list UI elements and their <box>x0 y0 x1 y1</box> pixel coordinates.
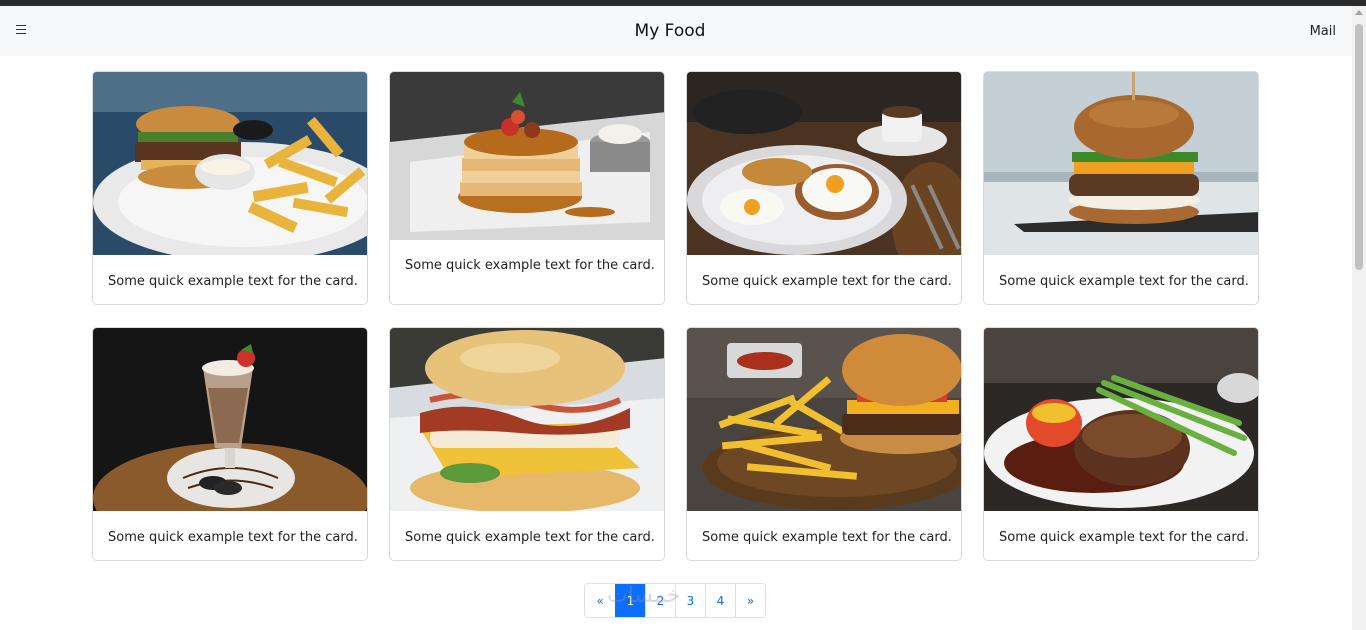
card-text: Some quick example text for the card. <box>702 530 952 545</box>
food-card[interactable]: Some quick example text for the card. <box>686 71 962 305</box>
card-text: Some quick example text for the card. <box>108 274 358 289</box>
mail-link[interactable]: Mail <box>1310 24 1336 39</box>
card-text: Some quick example text for the card. <box>405 530 655 545</box>
pagination-prev[interactable]: « <box>585 584 615 617</box>
brand-title[interactable]: My Food <box>0 21 1340 41</box>
pagination-page-3[interactable]: 3 <box>675 584 705 617</box>
food-card[interactable]: Some quick example text for the card. <box>92 327 368 561</box>
food-card[interactable]: Some quick example text for the card. <box>983 327 1259 561</box>
card-text: Some quick example text for the card. <box>108 530 358 545</box>
card-image-milkshake <box>93 328 367 511</box>
card-text: Some quick example text for the card. <box>999 530 1249 545</box>
pagination-next[interactable]: » <box>735 584 765 617</box>
food-card[interactable]: Some quick example text for the card. <box>92 71 368 305</box>
card-image-pancakes <box>390 72 664 240</box>
pagination-page-2[interactable]: 2 <box>645 584 675 617</box>
pagination: « 1 2 3 4 » <box>584 583 766 618</box>
card-image-burger-slate <box>984 72 1258 255</box>
card-image-burger-fries-board <box>687 328 961 511</box>
card-image-steak <box>984 328 1258 511</box>
food-card[interactable]: Some quick example text for the card. <box>983 71 1259 305</box>
pagination-page-1[interactable]: 1 <box>615 584 645 617</box>
scrollbar-thumb[interactable] <box>1355 24 1363 270</box>
card-text: Some quick example text for the card. <box>405 258 655 273</box>
card-image-fried-eggs <box>687 72 961 255</box>
pagination-page-4[interactable]: 4 <box>705 584 735 617</box>
food-card[interactable]: Some quick example text for the card. <box>389 327 665 561</box>
card-text: Some quick example text for the card. <box>999 274 1249 289</box>
card-image-biscuit-sandwich <box>390 328 664 511</box>
card-image-burger-fries <box>93 72 367 255</box>
navbar: My Food Mail <box>0 6 1352 56</box>
scroll-up-arrow-icon[interactable] <box>1355 10 1363 15</box>
scrollbar[interactable] <box>1352 6 1366 630</box>
food-card[interactable]: Some quick example text for the card. <box>686 327 962 561</box>
food-card[interactable]: Some quick example text for the card. <box>389 71 665 305</box>
card-text: Some quick example text for the card. <box>702 274 952 289</box>
